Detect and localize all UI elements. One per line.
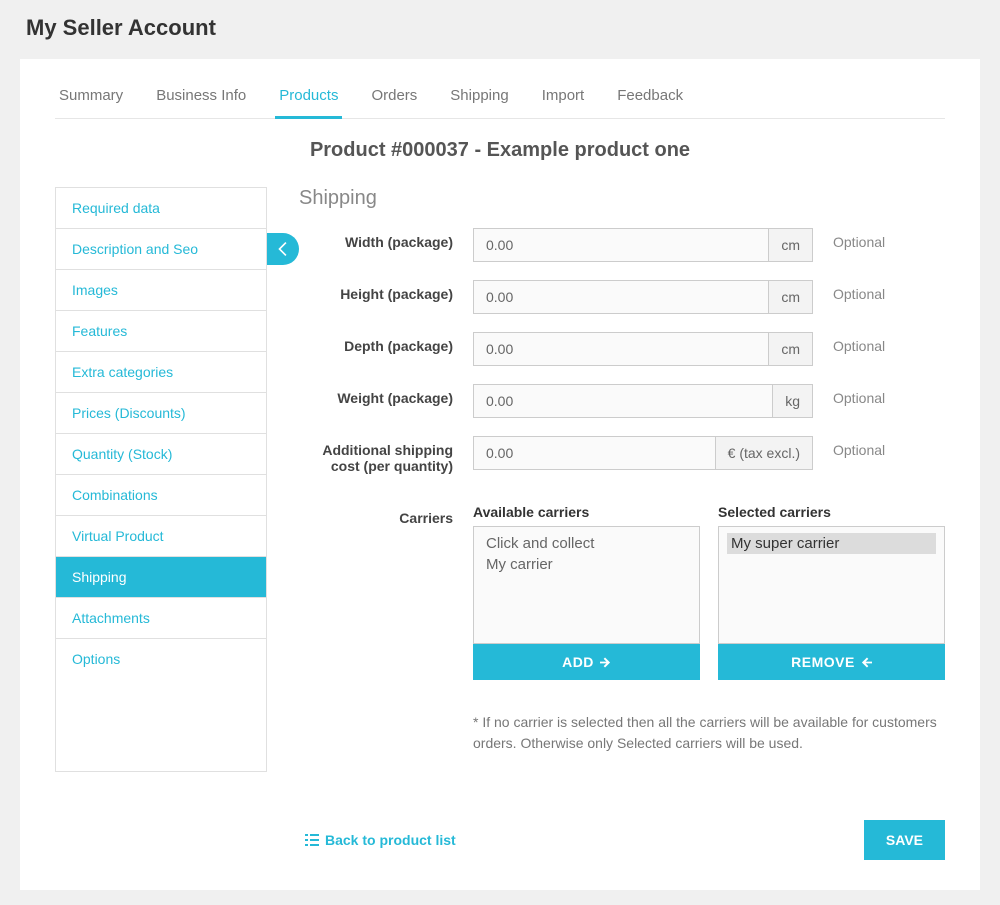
sidebar-item-features[interactable]: Features bbox=[56, 311, 266, 352]
sidebar-item-description-seo[interactable]: Description and Seo bbox=[56, 229, 266, 270]
selected-carriers-list[interactable]: My super carrier bbox=[718, 526, 945, 644]
sidebar-item-extra-categories[interactable]: Extra categories bbox=[56, 352, 266, 393]
sidebar-item-prices[interactable]: Prices (Discounts) bbox=[56, 393, 266, 434]
unit-addcost: € (tax excl.) bbox=[716, 436, 813, 470]
hint-depth: Optional bbox=[833, 332, 885, 354]
chevron-left-icon bbox=[278, 242, 288, 256]
tab-shipping[interactable]: Shipping bbox=[446, 79, 512, 118]
carrier-note: * If no carrier is selected then all the… bbox=[473, 712, 945, 754]
add-carrier-button[interactable]: ADD bbox=[473, 644, 700, 680]
tab-summary[interactable]: Summary bbox=[55, 79, 127, 118]
save-button[interactable]: SAVE bbox=[864, 820, 945, 860]
form-area: Shipping Width (package) cm Optional Hei… bbox=[267, 187, 945, 772]
input-addcost[interactable] bbox=[473, 436, 716, 470]
list-icon bbox=[305, 834, 319, 846]
available-carriers-list[interactable]: Click and collect My carrier bbox=[473, 526, 700, 644]
back-to-list-label: Back to product list bbox=[325, 832, 456, 848]
back-to-list-link[interactable]: Back to product list bbox=[305, 832, 456, 848]
add-carrier-label: ADD bbox=[562, 654, 594, 670]
arrow-right-icon bbox=[600, 657, 611, 668]
available-carriers-title: Available carriers bbox=[473, 504, 700, 520]
label-carriers: Carriers bbox=[303, 504, 453, 526]
sidebar-item-virtual-product[interactable]: Virtual Product bbox=[56, 516, 266, 557]
input-height[interactable] bbox=[473, 280, 769, 314]
tab-feedback[interactable]: Feedback bbox=[613, 79, 687, 118]
product-header: Product #000037 - Example product one bbox=[55, 139, 945, 162]
sidebar: Required data Description and Seo Images… bbox=[55, 187, 267, 772]
sidebar-item-options[interactable]: Options bbox=[56, 639, 266, 679]
tab-orders[interactable]: Orders bbox=[367, 79, 421, 118]
remove-carrier-button[interactable]: REMOVE bbox=[718, 644, 945, 680]
remove-carrier-label: REMOVE bbox=[791, 654, 855, 670]
input-weight[interactable] bbox=[473, 384, 773, 418]
arrow-left-icon bbox=[861, 657, 872, 668]
tab-import[interactable]: Import bbox=[538, 79, 589, 118]
sidebar-item-images[interactable]: Images bbox=[56, 270, 266, 311]
main-card: Summary Business Info Products Orders Sh… bbox=[20, 59, 980, 890]
carrier-item[interactable]: My carrier bbox=[482, 554, 691, 575]
label-height: Height (package) bbox=[303, 280, 453, 302]
tab-business-info[interactable]: Business Info bbox=[152, 79, 250, 118]
carrier-item[interactable]: Click and collect bbox=[482, 533, 691, 554]
unit-weight: kg bbox=[773, 384, 813, 418]
sidebar-item-shipping[interactable]: Shipping bbox=[56, 557, 266, 598]
unit-height: cm bbox=[769, 280, 813, 314]
selected-carriers-title: Selected carriers bbox=[718, 504, 945, 520]
label-addcost: Additional shipping cost (per quantity) bbox=[303, 436, 453, 474]
section-title: Shipping bbox=[299, 187, 945, 210]
hint-weight: Optional bbox=[833, 384, 885, 406]
sidebar-item-attachments[interactable]: Attachments bbox=[56, 598, 266, 639]
label-depth: Depth (package) bbox=[303, 332, 453, 354]
tab-bar: Summary Business Info Products Orders Sh… bbox=[55, 79, 945, 119]
sidebar-item-combinations[interactable]: Combinations bbox=[56, 475, 266, 516]
sidebar-item-required-data[interactable]: Required data bbox=[56, 188, 266, 229]
unit-depth: cm bbox=[769, 332, 813, 366]
input-depth[interactable] bbox=[473, 332, 769, 366]
hint-addcost: Optional bbox=[833, 436, 885, 458]
label-weight: Weight (package) bbox=[303, 384, 453, 406]
label-width: Width (package) bbox=[303, 228, 453, 250]
page-title: My Seller Account bbox=[26, 15, 980, 41]
sidebar-collapse-handle[interactable] bbox=[267, 233, 299, 265]
tab-products[interactable]: Products bbox=[275, 79, 342, 119]
hint-height: Optional bbox=[833, 280, 885, 302]
input-width[interactable] bbox=[473, 228, 769, 262]
unit-width: cm bbox=[769, 228, 813, 262]
carrier-item[interactable]: My super carrier bbox=[727, 533, 936, 554]
sidebar-item-quantity[interactable]: Quantity (Stock) bbox=[56, 434, 266, 475]
hint-width: Optional bbox=[833, 228, 885, 250]
